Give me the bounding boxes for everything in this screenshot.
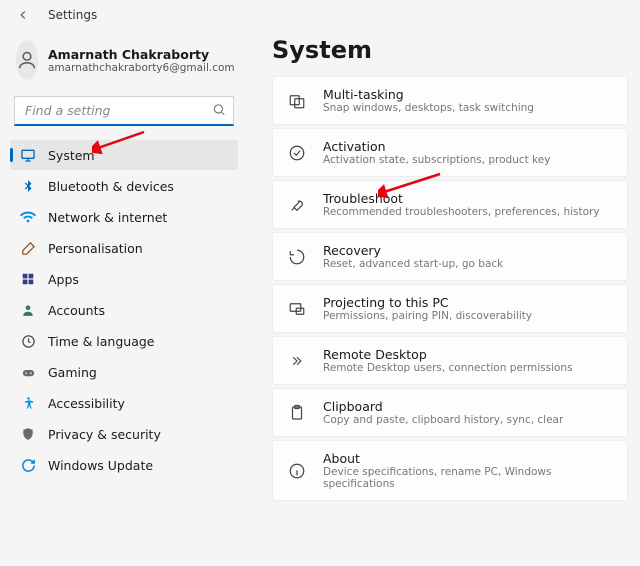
sidebar-item-label: Bluetooth & devices [48, 179, 174, 194]
window-title: Settings [48, 8, 97, 22]
gaming-icon [20, 364, 36, 380]
sidebar-item-label: Windows Update [48, 458, 153, 473]
multitask-icon [287, 91, 307, 111]
card-recovery[interactable]: RecoveryReset, advanced start-up, go bac… [272, 232, 628, 281]
sidebar: Amarnath Chakraborty amarnathchakraborty… [0, 28, 248, 566]
card-subtitle: Activation state, subscriptions, product… [323, 154, 550, 166]
card-title: Troubleshoot [323, 191, 600, 206]
sidebar-item-time[interactable]: Time & language [10, 326, 238, 356]
person-icon [16, 49, 38, 71]
about-icon [287, 461, 307, 481]
back-arrow-icon [16, 8, 30, 22]
settings-cards: Multi-taskingSnap windows, desktops, tas… [272, 76, 628, 501]
wifi-icon [20, 209, 36, 225]
card-troubleshoot[interactable]: TroubleshootRecommended troubleshooters,… [272, 180, 628, 229]
profile-name: Amarnath Chakraborty [48, 47, 235, 62]
clock-icon [20, 333, 36, 349]
main-panel: System Multi-taskingSnap windows, deskto… [248, 28, 640, 566]
brush-icon [20, 240, 36, 256]
sidebar-item-label: Time & language [48, 334, 154, 349]
sidebar-item-update[interactable]: Windows Update [10, 450, 238, 480]
clipboard-icon [287, 403, 307, 423]
card-activation[interactable]: ActivationActivation state, subscription… [272, 128, 628, 177]
sidebar-item-bluetooth[interactable]: Bluetooth & devices [10, 171, 238, 201]
accessibility-icon [20, 395, 36, 411]
sidebar-item-apps[interactable]: Apps [10, 264, 238, 294]
person-icon [20, 302, 36, 318]
bluetooth-icon [20, 178, 36, 194]
sidebar-item-label: System [48, 148, 95, 163]
sidebar-item-label: Accounts [48, 303, 105, 318]
card-clipboard[interactable]: ClipboardCopy and paste, clipboard histo… [272, 388, 628, 437]
card-title: About [323, 451, 613, 466]
sidebar-item-system[interactable]: System [10, 140, 238, 170]
card-subtitle: Remote Desktop users, connection permiss… [323, 362, 573, 374]
sidebar-item-label: Personalisation [48, 241, 143, 256]
shield-icon [20, 426, 36, 442]
sidebar-item-label: Privacy & security [48, 427, 161, 442]
sidebar-item-personalisation[interactable]: Personalisation [10, 233, 238, 263]
sidebar-item-accessibility[interactable]: Accessibility [10, 388, 238, 418]
project-icon [287, 299, 307, 319]
back-button[interactable] [14, 6, 32, 24]
card-projecting[interactable]: Projecting to this PCPermissions, pairin… [272, 284, 628, 333]
card-subtitle: Reset, advanced start-up, go back [323, 258, 503, 270]
sidebar-item-privacy[interactable]: Privacy & security [10, 419, 238, 449]
sidebar-item-label: Gaming [48, 365, 97, 380]
profile-email: amarnathchakraborty6@gmail.com [48, 62, 235, 74]
apps-icon [20, 271, 36, 287]
sidebar-nav: System Bluetooth & devices Network & int… [10, 140, 238, 480]
recovery-icon [287, 247, 307, 267]
card-subtitle: Device specifications, rename PC, Window… [323, 466, 613, 490]
profile-block[interactable]: Amarnath Chakraborty amarnathchakraborty… [10, 34, 238, 90]
card-subtitle: Permissions, pairing PIN, discoverabilit… [323, 310, 532, 322]
card-subtitle: Snap windows, desktops, task switching [323, 102, 534, 114]
card-title: Multi-tasking [323, 87, 534, 102]
search-icon [212, 102, 226, 121]
search-input[interactable] [14, 96, 234, 126]
card-subtitle: Recommended troubleshooters, preferences… [323, 206, 600, 218]
system-icon [20, 147, 36, 163]
update-icon [20, 457, 36, 473]
card-subtitle: Copy and paste, clipboard history, sync,… [323, 414, 563, 426]
sidebar-item-gaming[interactable]: Gaming [10, 357, 238, 387]
card-title: Recovery [323, 243, 503, 258]
page-title: System [272, 36, 628, 64]
card-title: Remote Desktop [323, 347, 573, 362]
avatar [16, 40, 38, 80]
sidebar-item-network[interactable]: Network & internet [10, 202, 238, 232]
sidebar-item-label: Network & internet [48, 210, 167, 225]
sidebar-item-label: Apps [48, 272, 79, 287]
card-title: Activation [323, 139, 550, 154]
card-about[interactable]: AboutDevice specifications, rename PC, W… [272, 440, 628, 501]
card-remote-desktop[interactable]: Remote DesktopRemote Desktop users, conn… [272, 336, 628, 385]
remote-icon [287, 351, 307, 371]
card-title: Clipboard [323, 399, 563, 414]
card-title: Projecting to this PC [323, 295, 532, 310]
troubleshoot-icon [287, 195, 307, 215]
activation-icon [287, 143, 307, 163]
card-multitasking[interactable]: Multi-taskingSnap windows, desktops, tas… [272, 76, 628, 125]
sidebar-item-accounts[interactable]: Accounts [10, 295, 238, 325]
sidebar-item-label: Accessibility [48, 396, 125, 411]
